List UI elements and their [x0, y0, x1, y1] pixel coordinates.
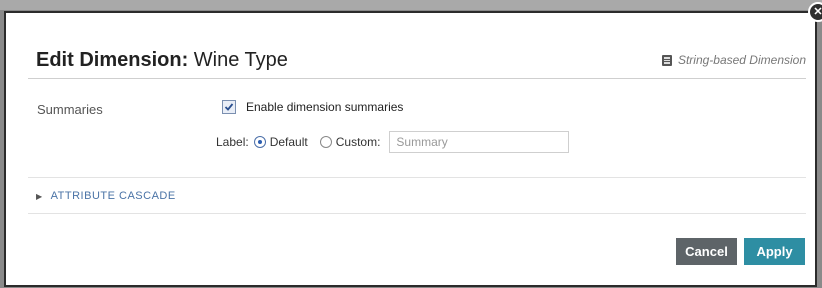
section-divider: [28, 213, 806, 214]
dimension-type-label: String-based Dimension: [677, 53, 806, 67]
label-prefix: Label:: [216, 135, 249, 149]
custom-radio-label[interactable]: Custom:: [336, 135, 381, 149]
enable-summaries-label: Enable dimension summaries: [246, 100, 404, 114]
enable-summaries-checkbox[interactable]: [222, 100, 236, 114]
dimension-name: Wine Type: [193, 49, 288, 71]
custom-radio[interactable]: [319, 136, 332, 148]
database-icon: [661, 54, 672, 66]
dimension-type-info: String-based Dimension: [661, 53, 806, 67]
attribute-cascade-label: ATTRIBUTE CASCADE: [50, 190, 176, 202]
default-radio-label[interactable]: Default: [270, 135, 308, 149]
close-icon[interactable]: ✕: [808, 2, 822, 22]
section-divider: [28, 177, 806, 178]
attribute-cascade-toggle[interactable]: ▶ ATTRIBUTE CASCADE: [36, 190, 176, 202]
custom-label-input[interactable]: [389, 131, 570, 153]
dialog-header: Edit Dimension: Wine Type String-based D…: [28, 40, 806, 79]
apply-button[interactable]: Apply: [744, 238, 805, 265]
expand-triangle-icon: ▶: [36, 191, 43, 201]
title-prefix: Edit Dimension:: [36, 49, 189, 71]
page-title: Edit Dimension: Wine Type: [36, 49, 288, 72]
default-radio[interactable]: [253, 136, 266, 148]
backdrop-top-strip: [0, 0, 822, 10]
cancel-button[interactable]: Cancel: [676, 238, 737, 265]
summary-label-row: Label: Default Custom:: [216, 130, 570, 154]
enable-summaries-row: Enable dimension summaries: [222, 100, 403, 114]
summaries-section-label: Summaries: [37, 102, 103, 117]
